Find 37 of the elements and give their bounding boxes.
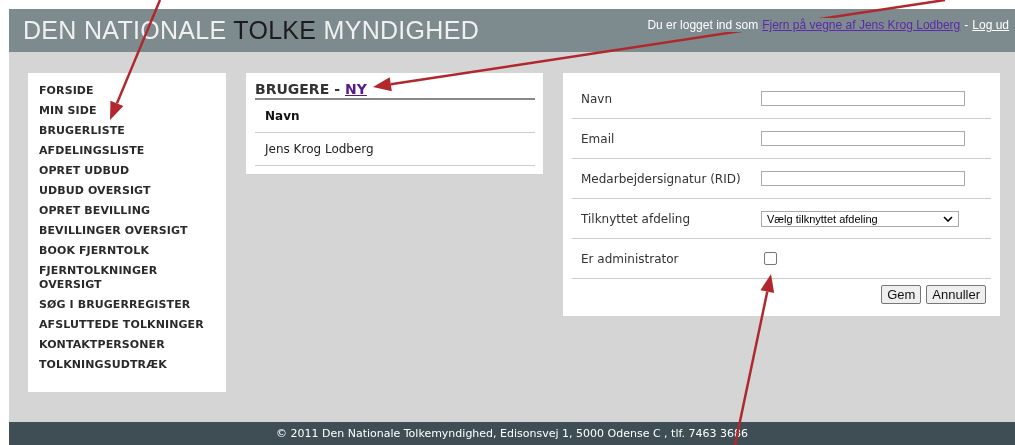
nav-link[interactable]: BRUGERLISTE [39, 124, 218, 138]
panel-title: BRUGERE [255, 81, 330, 97]
nav-link[interactable]: UDBUD OVERSIGT [39, 184, 218, 198]
nav-link[interactable]: BEVILLINGER OVERSIGT [39, 224, 218, 238]
table-cell: Jens Krog Lodberg [265, 142, 374, 156]
field-label: Navn [580, 91, 614, 106]
site-title: TOLKE [233, 16, 317, 44]
nav-link[interactable]: OPRET UDBUD [39, 164, 218, 178]
checkbox[interactable] [764, 252, 777, 265]
nav-link[interactable]: AFSLUTTEDE TOLKNINGER [39, 318, 218, 332]
separator-text: - [964, 18, 969, 32]
nav-link[interactable]: KONTAKTPERSONER [39, 338, 218, 352]
nav-link[interactable]: MIN SIDE [39, 104, 218, 118]
nav-link[interactable]: OPRET BEVILLING [39, 204, 218, 218]
dropdown[interactable]: Vælg tilknyttet afdeling [761, 210, 959, 227]
field-label: Er administrator [580, 251, 680, 266]
nav-link[interactable]: FJERNTOLKNINGER OVERSIGT [39, 264, 218, 292]
nav-link[interactable]: SØG I BRUGERREGISTER [39, 298, 218, 312]
input-field[interactable] [761, 171, 965, 186]
site-title: MYNDIGHED [322, 16, 480, 44]
logout-link[interactable]: Log ud [972, 18, 1009, 32]
caret-icon [943, 215, 953, 222]
input-field[interactable] [761, 91, 965, 106]
nav-link[interactable]: FORSIDE [39, 84, 218, 98]
login-text: Du er logget ind som [647, 18, 759, 32]
nav-link[interactable]: AFDELINGSLISTE [39, 144, 218, 158]
input-field[interactable] [761, 131, 965, 146]
field-label: Medarbejdersignatur (RID) [580, 171, 742, 186]
separator-text: - [334, 81, 341, 97]
field-label: Email [580, 131, 616, 146]
field-label: Tilknyttet afdeling [580, 211, 692, 226]
new-user-link[interactable]: NY [345, 81, 367, 97]
form-button[interactable]: Gem [881, 285, 922, 304]
form-button[interactable]: Annuller [926, 285, 986, 304]
nav-link[interactable]: TOLKNINGSUDTRÆK [39, 358, 218, 372]
column-header: Navn [265, 109, 300, 123]
nav-link[interactable]: BOOK FJERNTOLK [39, 244, 218, 258]
